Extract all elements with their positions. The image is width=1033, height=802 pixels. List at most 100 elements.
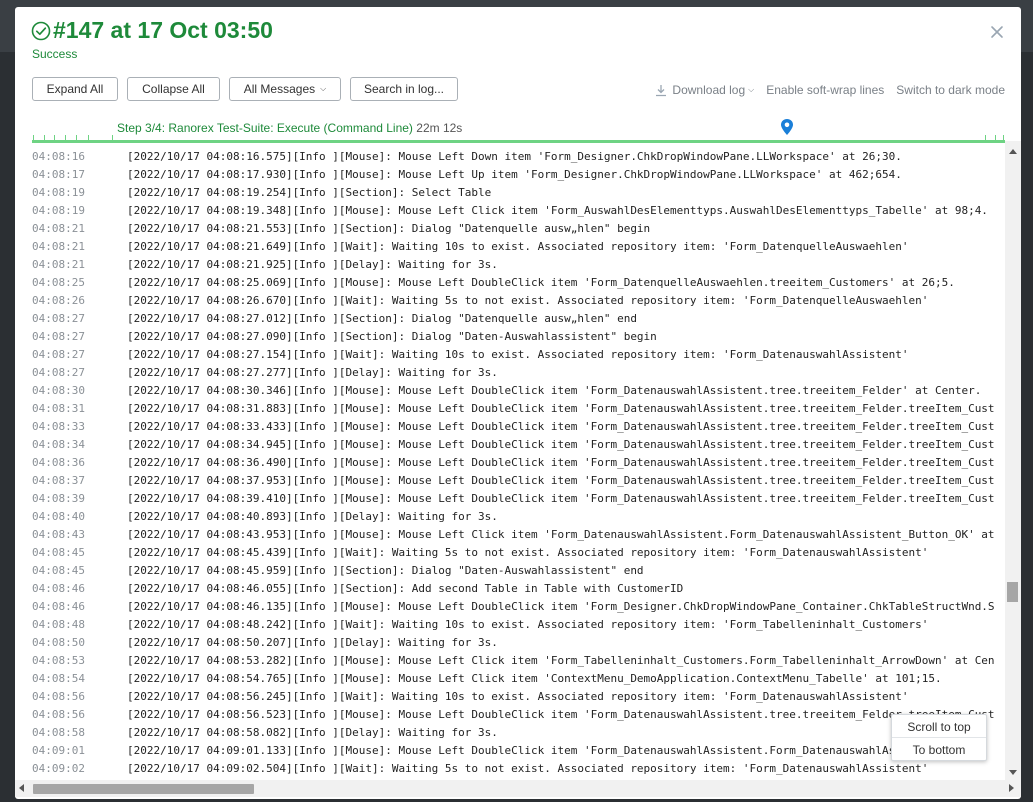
log-timestamp: 04:08:17 — [32, 168, 85, 181]
scroll-left-arrow-icon[interactable] — [19, 784, 24, 792]
log-line: 04:08:27 [2022/10/17 04:08:27.090][Info ]… — [15, 328, 1005, 346]
step-label: Step 3/4: Ranorex Test-Suite: Execute (C… — [117, 121, 462, 135]
log-line: 04:08:19 [2022/10/17 04:08:19.348][Info ]… — [15, 202, 1005, 220]
log-line: 04:08:45 [2022/10/17 04:08:45.439][Info ]… — [15, 544, 1005, 562]
log-message: [2022/10/17 04:08:50.207][Info ][Delay]:… — [127, 636, 498, 649]
all-messages-label: All Messages — [243, 82, 316, 96]
log-line: 04:08:34 [2022/10/17 04:08:34.945][Info ]… — [15, 436, 1005, 454]
scroll-jump-menu: Scroll to top To bottom — [891, 714, 987, 761]
scroll-to-top-button[interactable]: Scroll to top — [892, 716, 986, 738]
log-timestamp: 04:08:37 — [32, 474, 85, 487]
search-in-log-button[interactable]: Search in log... — [350, 77, 458, 101]
collapse-all-button[interactable]: Collapse All — [127, 77, 220, 101]
log-line: 04:08:56 [2022/10/17 04:08:56.523][Info ]… — [15, 706, 1005, 724]
log-message: [2022/10/17 04:08:53.282][Info ][Mouse]:… — [127, 654, 995, 667]
log-line: 04:08:39 [2022/10/17 04:08:39.410][Info ]… — [15, 490, 1005, 508]
horizontal-scrollbar[interactable] — [15, 780, 1021, 797]
log-timestamp: 04:08:19 — [32, 204, 85, 217]
vertical-scroll-thumb[interactable] — [1007, 582, 1018, 602]
soft-wrap-link[interactable]: Enable soft-wrap lines — [766, 83, 884, 97]
download-icon — [656, 84, 667, 96]
log-message: [2022/10/17 04:08:21.925][Info ][Delay]:… — [127, 258, 498, 271]
log-line: 04:09:02 [2022/10/17 04:09:02.504][Info ]… — [15, 760, 1005, 778]
log-line: 04:08:30 [2022/10/17 04:08:30.346][Info ]… — [15, 382, 1005, 400]
log-message: [2022/10/17 04:08:33.433][Info ][Mouse]:… — [127, 420, 995, 433]
log-message: [2022/10/17 04:08:36.490][Info ][Mouse]:… — [127, 456, 995, 469]
title-row: #147 at 17 Oct 03:50 — [31, 17, 273, 44]
log-message: [2022/10/17 04:08:19.348][Info ][Mouse]:… — [127, 204, 988, 217]
all-messages-dropdown[interactable]: All Messages ⌵ — [229, 77, 341, 101]
log-line: 04:08:33 [2022/10/17 04:08:33.433][Info ]… — [15, 418, 1005, 436]
expand-all-button[interactable]: Expand All — [32, 77, 118, 101]
log-message: [2022/10/17 04:08:58.082][Info ][Delay]:… — [127, 726, 498, 739]
log-message: [2022/10/17 04:08:17.930][Info ][Mouse]:… — [127, 168, 902, 181]
log-timestamp: 04:08:48 — [32, 618, 85, 631]
log-timestamp: 04:08:34 — [32, 438, 85, 451]
log-message: [2022/10/17 04:08:46.135][Info ][Mouse]:… — [127, 600, 995, 613]
log-line: 04:08:45 [2022/10/17 04:08:45.959][Info ]… — [15, 562, 1005, 580]
log-line: 04:08:56 [2022/10/17 04:08:56.245][Info ]… — [15, 688, 1005, 706]
log-message: [2022/10/17 04:08:34.945][Info ][Mouse]:… — [127, 438, 995, 451]
log-line: 04:08:21 [2022/10/17 04:08:21.553][Info ]… — [15, 220, 1005, 238]
log-line: 04:08:53 [2022/10/17 04:08:53.282][Info ]… — [15, 652, 1005, 670]
log-line: 04:08:58 [2022/10/17 04:08:58.082][Info ]… — [15, 724, 1005, 742]
log-viewer[interactable]: 04:08:16 [2022/10/17 04:08:16.575][Info ]… — [15, 141, 1005, 781]
log-line: 04:08:17 [2022/10/17 04:08:17.930][Info ]… — [15, 166, 1005, 184]
log-message: [2022/10/17 04:08:56.523][Info ][Mouse]:… — [127, 708, 995, 721]
log-message: [2022/10/17 04:08:27.277][Info ][Delay]:… — [127, 366, 498, 379]
build-title: #147 at 17 Oct 03:50 — [53, 17, 273, 43]
log-timestamp: 04:08:36 — [32, 456, 85, 469]
log-timestamp: 04:08:27 — [32, 366, 85, 379]
log-line: 04:08:26 [2022/10/17 04:08:26.670][Info ]… — [15, 292, 1005, 310]
log-timestamp: 04:08:53 — [32, 654, 85, 667]
close-icon[interactable] — [988, 23, 1006, 41]
chevron-down-icon: ⌵ — [320, 84, 327, 93]
vertical-scrollbar[interactable] — [1005, 141, 1021, 781]
scroll-up-arrow-icon[interactable] — [1009, 149, 1017, 154]
step-duration: 22m 12s — [416, 121, 463, 135]
log-line: 04:08:21 [2022/10/17 04:08:21.925][Info ]… — [15, 256, 1005, 274]
log-line: 04:08:46 [2022/10/17 04:08:46.135][Info ]… — [15, 598, 1005, 616]
log-message: [2022/10/17 04:08:21.649][Info ][Wait]: … — [127, 240, 909, 253]
log-timestamp: 04:08:40 — [32, 510, 85, 523]
log-message: [2022/10/17 04:08:48.242][Info ][Wait]: … — [127, 618, 929, 631]
scroll-down-arrow-icon[interactable] — [1009, 770, 1017, 775]
step-name: Step 3/4: Ranorex Test-Suite: Execute (C… — [117, 121, 413, 135]
log-timestamp: 04:08:27 — [32, 330, 85, 343]
log-line: 04:08:27 [2022/10/17 04:08:27.154][Info ]… — [15, 346, 1005, 364]
log-line: 04:08:40 [2022/10/17 04:08:40.893][Info ]… — [15, 508, 1005, 526]
log-line: 04:08:16 [2022/10/17 04:08:16.575][Info ]… — [15, 148, 1005, 166]
log-line: 04:08:37 [2022/10/17 04:08:37.953][Info ]… — [15, 472, 1005, 490]
log-line: 04:08:31 [2022/10/17 04:08:31.883][Info ]… — [15, 400, 1005, 418]
log-line: 04:08:27 [2022/10/17 04:08:27.012][Info ]… — [15, 310, 1005, 328]
success-check-icon — [31, 21, 51, 40]
download-log-link[interactable]: Download log ⌵ — [655, 83, 754, 97]
log-timestamp: 04:08:26 — [32, 294, 85, 307]
horizontal-scroll-thumb[interactable] — [33, 784, 254, 794]
chevron-down-icon: ⌵ — [748, 85, 755, 94]
log-message: [2022/10/17 04:08:56.245][Info ][Wait]: … — [127, 690, 909, 703]
dark-mode-link[interactable]: Switch to dark mode — [896, 83, 1005, 97]
log-message: [2022/10/17 04:08:21.553][Info ][Section… — [127, 222, 651, 235]
log-toolbar: Expand All Collapse All All Messages ⌵ S… — [32, 77, 458, 101]
log-timestamp: 04:08:45 — [32, 564, 85, 577]
scroll-right-arrow-icon[interactable] — [1009, 784, 1014, 792]
log-timestamp: 04:08:46 — [32, 582, 85, 595]
location-pin-icon[interactable] — [779, 118, 795, 136]
scroll-to-bottom-button[interactable]: To bottom — [892, 739, 986, 761]
log-line: 04:09:01 [2022/10/17 04:09:01.133][Info ]… — [15, 742, 1005, 760]
log-timestamp: 04:08:25 — [32, 276, 85, 289]
log-timestamp: 04:08:50 — [32, 636, 85, 649]
log-message: [2022/10/17 04:08:46.055][Info ][Section… — [127, 582, 684, 595]
log-message: [2022/10/17 04:08:27.012][Info ][Section… — [127, 312, 637, 325]
log-line: 04:08:43 [2022/10/17 04:08:43.953][Info ]… — [15, 526, 1005, 544]
log-timestamp: 04:08:33 — [32, 420, 85, 433]
log-timestamp: 04:08:30 — [32, 384, 85, 397]
log-timestamp: 04:08:31 — [32, 402, 85, 415]
log-message: [2022/10/17 04:08:43.953][Info ][Mouse]:… — [127, 528, 995, 541]
log-message: [2022/10/17 04:08:26.670][Info ][Wait]: … — [127, 294, 929, 307]
log-message: [2022/10/17 04:09:02.504][Info ][Wait]: … — [127, 762, 929, 775]
log-message: [2022/10/17 04:08:45.439][Info ][Wait]: … — [127, 546, 929, 559]
log-message: [2022/10/17 04:08:40.893][Info ][Delay]:… — [127, 510, 498, 523]
modal-header: #147 at 17 Oct 03:50 Success Expand All … — [15, 7, 1021, 157]
